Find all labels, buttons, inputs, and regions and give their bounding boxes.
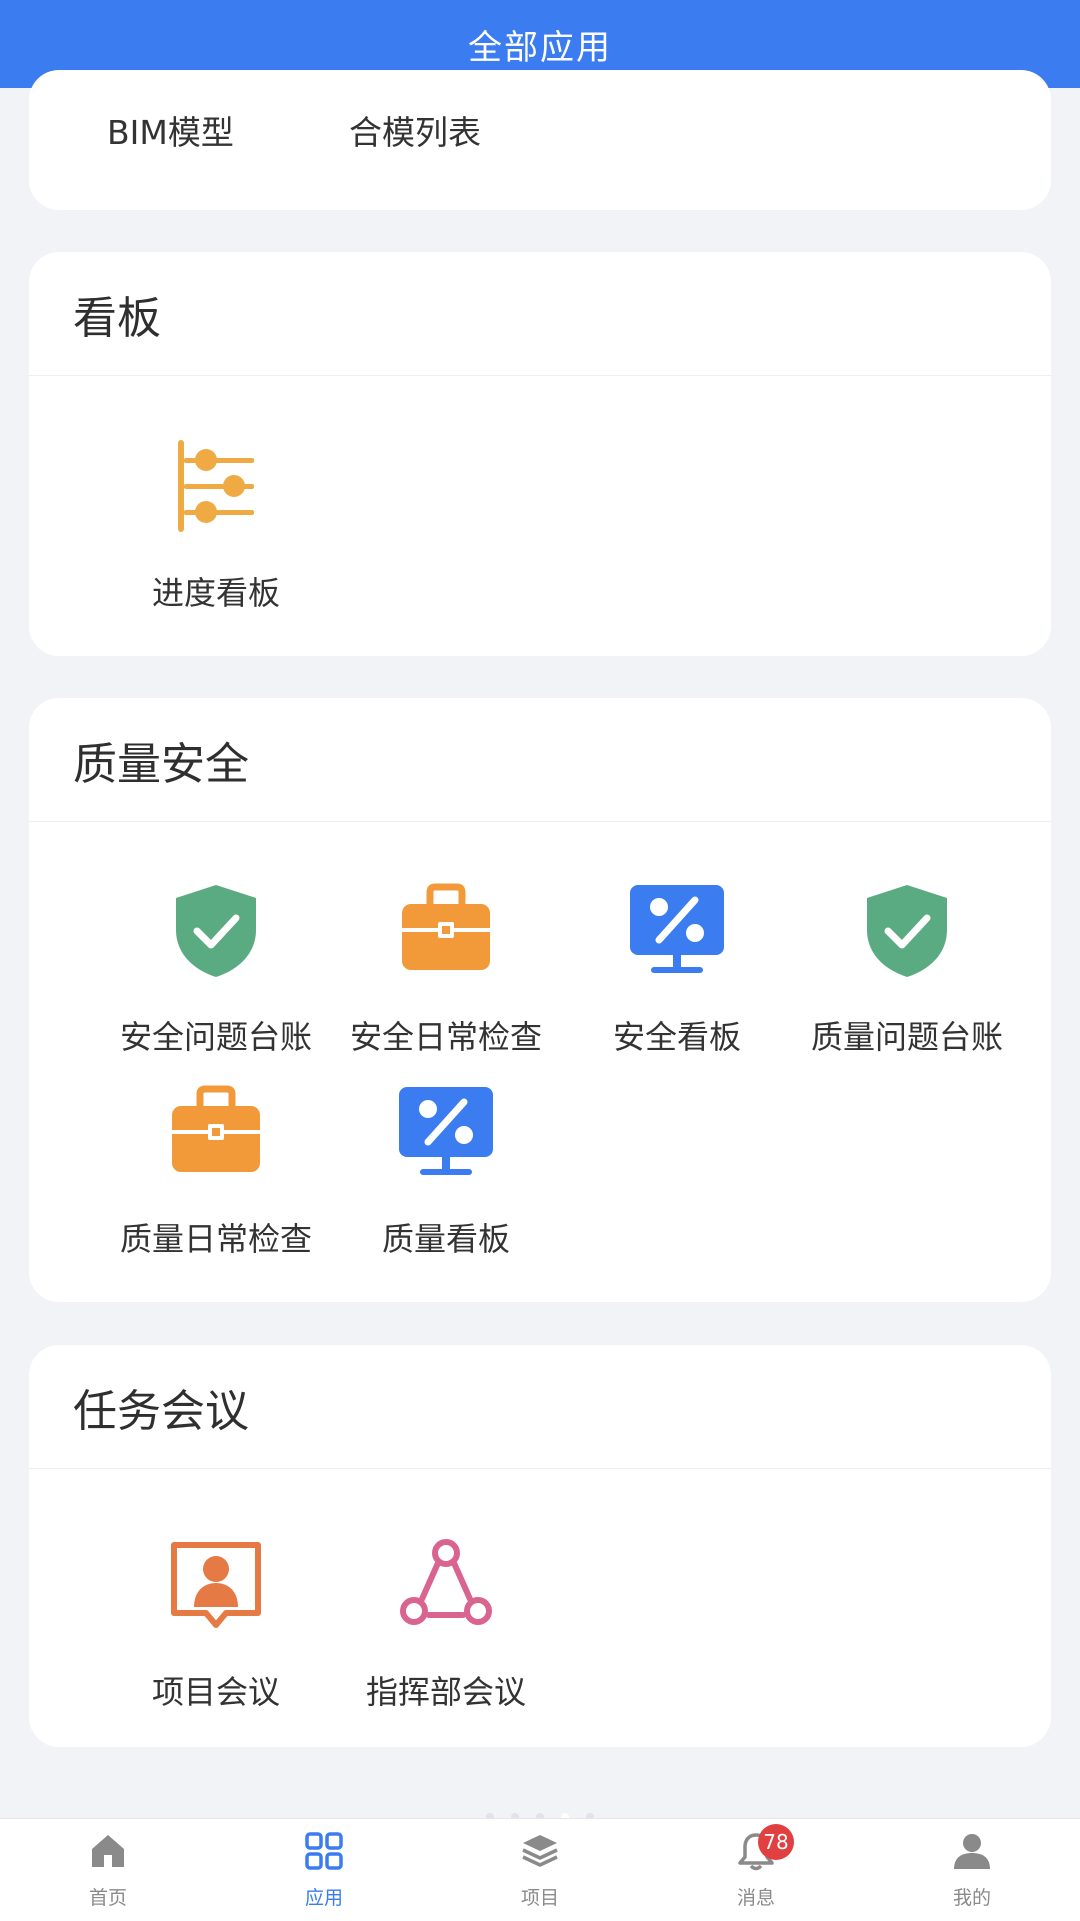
app-item-quality-issue-ledger[interactable]: 质量问题台账 xyxy=(792,882,1022,1058)
app-item-safety-board[interactable]: 安全看板 xyxy=(562,882,792,1058)
tab-messages[interactable]: 消息 xyxy=(648,1819,864,1921)
app-item-label: 指挥部会议 xyxy=(365,1673,526,1711)
app-item-model-list[interactable]: 合模列表 xyxy=(349,106,481,154)
home-icon xyxy=(88,1831,128,1871)
progress-board-icon xyxy=(168,438,264,534)
app-item-project-meeting[interactable]: 项目会议 xyxy=(101,1537,331,1713)
shield-check-icon xyxy=(168,882,264,978)
tab-label: 首页 xyxy=(88,1887,127,1909)
card-quality-safety: 质量安全 安全问题台账 安全日常检查 安全看板 质量问题台账 质量日常检查 质量… xyxy=(29,698,1051,1302)
app-item-quality-board[interactable]: 质量看板 xyxy=(331,1084,561,1260)
app-item-progress-board[interactable]: 进度看板 xyxy=(101,438,331,614)
app-item-label: 质量日常检查 xyxy=(119,1220,312,1258)
card-task-meetings: 任务会议 项目会议 指挥部会议 xyxy=(29,1345,1051,1747)
app-item-quality-daily-check[interactable]: 质量日常检查 xyxy=(101,1084,331,1260)
app-item-safety-daily-check[interactable]: 安全日常检查 xyxy=(331,882,561,1058)
app-item-label: 质量看板 xyxy=(381,1220,510,1258)
toolbox-icon xyxy=(168,1084,264,1180)
user-icon xyxy=(952,1831,992,1871)
tab-label: 应用 xyxy=(304,1887,343,1909)
message-count-badge: 78 xyxy=(758,1824,794,1860)
app-item-label: 进度看板 xyxy=(151,574,280,612)
tab-label: 消息 xyxy=(736,1887,775,1909)
percent-monitor-icon xyxy=(629,882,725,978)
shield-check-icon xyxy=(859,882,955,978)
section-title-task-meetings: 任务会议 xyxy=(29,1345,1051,1469)
app-item-bim-model[interactable]: BIM模型 xyxy=(107,106,234,154)
section-title-quality-safety: 质量安全 xyxy=(29,698,1051,822)
bottom-tab-bar: 首页 应用 项目 消息 我的 xyxy=(0,1818,1080,1921)
tab-label: 我的 xyxy=(952,1887,991,1909)
percent-monitor-icon xyxy=(398,1084,494,1180)
tab-mine[interactable]: 我的 xyxy=(864,1819,1080,1921)
app-item-label: 项目会议 xyxy=(151,1673,280,1711)
card-bim: BIM模型 合模列表 xyxy=(29,70,1051,210)
page-indicator xyxy=(480,1807,600,1821)
section-title-dashboard: 看板 xyxy=(29,252,1051,376)
app-item-label: 安全看板 xyxy=(612,1018,741,1056)
network-icon xyxy=(398,1537,494,1633)
layers-icon xyxy=(520,1831,560,1871)
tab-projects[interactable]: 项目 xyxy=(432,1819,648,1921)
presenter-icon xyxy=(168,1537,264,1633)
tab-label: 项目 xyxy=(520,1887,559,1909)
app-item-command-meeting[interactable]: 指挥部会议 xyxy=(331,1537,561,1713)
tab-apps[interactable]: 应用 xyxy=(216,1819,432,1921)
toolbox-icon xyxy=(398,882,494,978)
grid-icon xyxy=(304,1831,344,1871)
page-title: 全部应用 xyxy=(468,27,612,68)
app-item-label: 质量问题台账 xyxy=(810,1018,1003,1056)
tab-home[interactable]: 首页 xyxy=(0,1819,216,1921)
app-item-label: 安全问题台账 xyxy=(119,1018,312,1056)
app-item-label: 安全日常检查 xyxy=(349,1018,542,1056)
card-dashboard: 看板 进度看板 xyxy=(29,252,1051,656)
app-item-safety-issue-ledger[interactable]: 安全问题台账 xyxy=(101,882,331,1058)
